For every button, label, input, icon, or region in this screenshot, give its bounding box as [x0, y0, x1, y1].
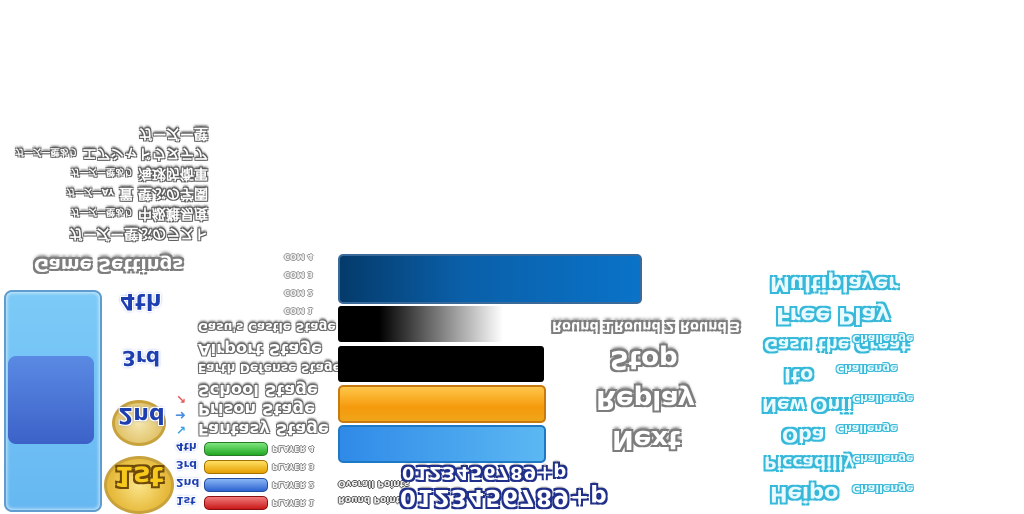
arrow-up-right-icon: ↗: [176, 392, 187, 406]
round-2-label: Round 2: [614, 318, 675, 333]
side-panel: [4, 290, 102, 512]
arrow-right-icon: ➜: [175, 407, 186, 422]
stage-fantasy[interactable]: Fantasy Stage: [198, 420, 329, 439]
com-label: COM 3: [284, 270, 313, 279]
player-4-bar: [204, 442, 268, 456]
com-label: COM 1: [284, 306, 313, 315]
side-panel-highlight: [8, 356, 94, 444]
mode-piccadilly[interactable]: Piccadilly: [764, 452, 855, 472]
orange-bar: [338, 385, 546, 423]
round-1-label: Round 1: [552, 318, 613, 333]
next-button[interactable]: Next: [612, 424, 681, 454]
player-1-bar: [204, 496, 268, 510]
jp-menu-item: ガーズー壁: [138, 125, 208, 141]
dark-blue-bar: [338, 254, 642, 304]
black-fade-bar: [338, 306, 544, 342]
player-label: PLAYER 2: [272, 480, 315, 489]
challenge-tag: Challenge: [852, 392, 914, 405]
mode-ito[interactable]: Ito: [784, 364, 813, 386]
mode-new-onii[interactable]: New Onii: [762, 394, 853, 415]
game-settings-title: Game Settings: [34, 254, 184, 275]
jp-menu-item: ガーズーAY 置 壁ぶの学園: [66, 185, 208, 201]
jp-menu-item: ガーズー壁ぶのラスト: [68, 225, 208, 241]
round-3-label: Round 3: [680, 318, 741, 333]
stage-prison[interactable]: Prison Stage: [198, 400, 315, 419]
rank-1st-big: 1st: [114, 460, 164, 493]
jp-menu-item: ガーズー壁あり エアシャドウヌテア: [15, 145, 208, 161]
mode-heipo[interactable]: Heipo: [770, 482, 838, 506]
jp-menu: ガーズー壁 ガーズー壁あり エアシャドウヌテア ガーズー壁あり 海球防衛軍 ガー…: [0, 125, 212, 250]
com-label: COM 2: [284, 288, 313, 297]
rank-3rd-big: 3rd: [122, 346, 161, 370]
player-rank: 4th: [176, 440, 197, 453]
player-rank: 2nd: [176, 476, 200, 489]
round-points-digits: 0123456789+p: [400, 484, 608, 510]
arrow-down-right-icon: ↘: [176, 423, 187, 437]
player-label: PLAYER 4: [272, 444, 315, 453]
stage-earth-defense[interactable]: Earth Defense Stage: [198, 361, 341, 375]
mode-free-play[interactable]: Free Play: [776, 302, 890, 327]
mode-oba[interactable]: Oba: [782, 424, 825, 446]
challenge-tag: Challenge: [836, 422, 898, 435]
player-3-bar: [204, 460, 268, 474]
overall-points-label: Overall Points: [338, 478, 410, 488]
stage-school[interactable]: School Stage: [198, 381, 318, 400]
overall-points-digits: 0123456789+p: [402, 462, 568, 483]
stage-airport[interactable]: Airport Stage: [198, 340, 322, 359]
black-bar: [338, 346, 544, 382]
rank-4th-big: 4th: [120, 288, 162, 313]
player-label: PLAYER 3: [272, 462, 315, 471]
jp-menu-item: ガーズー壁あり 海球防衛軍: [70, 165, 208, 181]
rank-2nd-big: 2nd: [118, 402, 165, 427]
challenge-tag: Challenge: [852, 482, 914, 495]
com-label: COM 4: [284, 252, 313, 261]
jp-menu-item: ガーズー壁あり 中級難易度: [70, 205, 208, 221]
light-blue-bar: [338, 425, 546, 463]
replay-button[interactable]: Replay: [596, 384, 695, 414]
challenge-tag: Challenge: [836, 362, 898, 375]
stage-gasus-castle[interactable]: Gasu's Castle Stage: [198, 320, 336, 334]
player-rank: 3rd: [176, 458, 197, 471]
player-label: PLAYER 1: [272, 498, 315, 507]
challenge-tag: Challenge: [852, 452, 914, 465]
player-2-bar: [204, 478, 268, 492]
challenge-tag: Challenge: [852, 332, 914, 345]
mode-multiplayer[interactable]: Multiplayer: [770, 272, 898, 296]
stop-button[interactable]: Stop: [610, 344, 678, 374]
player-rank: 1st: [176, 494, 196, 507]
round-points-label: Round Points: [338, 494, 406, 504]
